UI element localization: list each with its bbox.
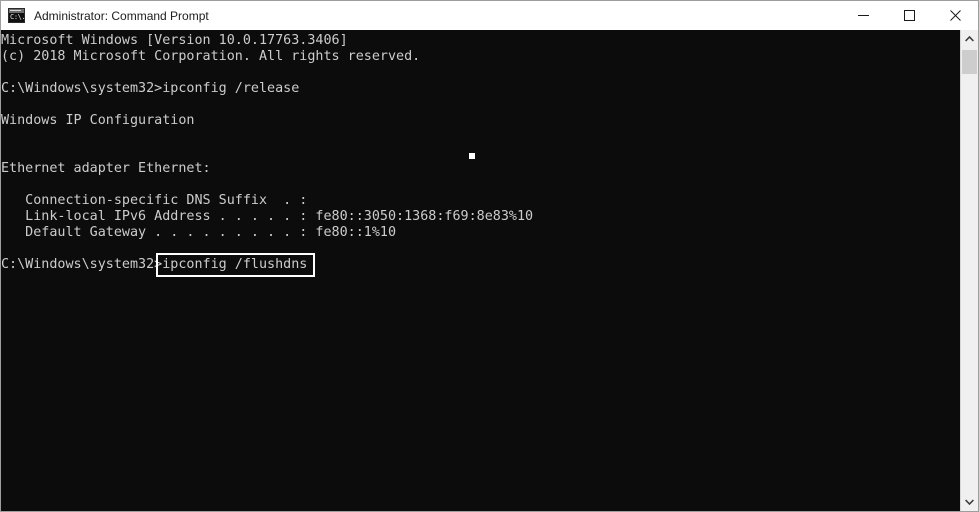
console-line: Link-local IPv6 Address . . . . . : fe80… (1, 209, 534, 224)
console-line: Windows IP Configuration (1, 113, 195, 128)
maximize-button[interactable] (886, 1, 932, 30)
console-line: (c) 2018 Microsoft Corporation. All righ… (1, 49, 421, 64)
chevron-down-icon (965, 499, 974, 505)
console-line: Connection-specific DNS Suffix . : (1, 193, 308, 208)
scroll-down-button[interactable] (961, 493, 978, 511)
window-controls (840, 1, 978, 30)
window-title: Administrator: Command Prompt (34, 8, 209, 23)
console-line: Microsoft Windows [Version 10.0.17763.34… (1, 33, 348, 48)
console-line-current-command: C:\Windows\system32>ipconfig /flushdns (1, 257, 308, 272)
console-area[interactable]: Microsoft Windows [Version 10.0.17763.34… (1, 30, 978, 511)
console-line: C:\Windows\system32>ipconfig /release (1, 81, 300, 96)
console-text-surface[interactable]: Microsoft Windows [Version 10.0.17763.34… (1, 30, 960, 511)
close-button[interactable] (932, 1, 978, 30)
minimize-button[interactable] (840, 1, 886, 30)
console-line: Default Gateway . . . . . . . . . : fe80… (1, 225, 397, 240)
close-icon (949, 10, 961, 21)
console-line: Ethernet adapter Ethernet: (1, 161, 211, 176)
scrollbar-thumb[interactable] (962, 50, 977, 74)
icon-prompt-glyph: C:\. (10, 13, 25, 21)
scroll-up-button[interactable] (961, 30, 978, 48)
command-highlight-annotation (156, 253, 315, 277)
command-prompt-icon: C:\. (8, 8, 25, 23)
title-bar-left: C:\. Administrator: Command Prompt (1, 1, 840, 30)
minimize-icon (857, 15, 869, 16)
title-bar[interactable]: C:\. Administrator: Command Prompt (1, 1, 978, 30)
mouse-cursor-artifact (469, 153, 475, 159)
vertical-scrollbar[interactable] (960, 30, 978, 511)
maximize-icon (903, 10, 915, 21)
command-prompt-window: C:\. Administrator: Command Prompt Micro… (0, 0, 979, 512)
chevron-up-icon (965, 36, 974, 42)
